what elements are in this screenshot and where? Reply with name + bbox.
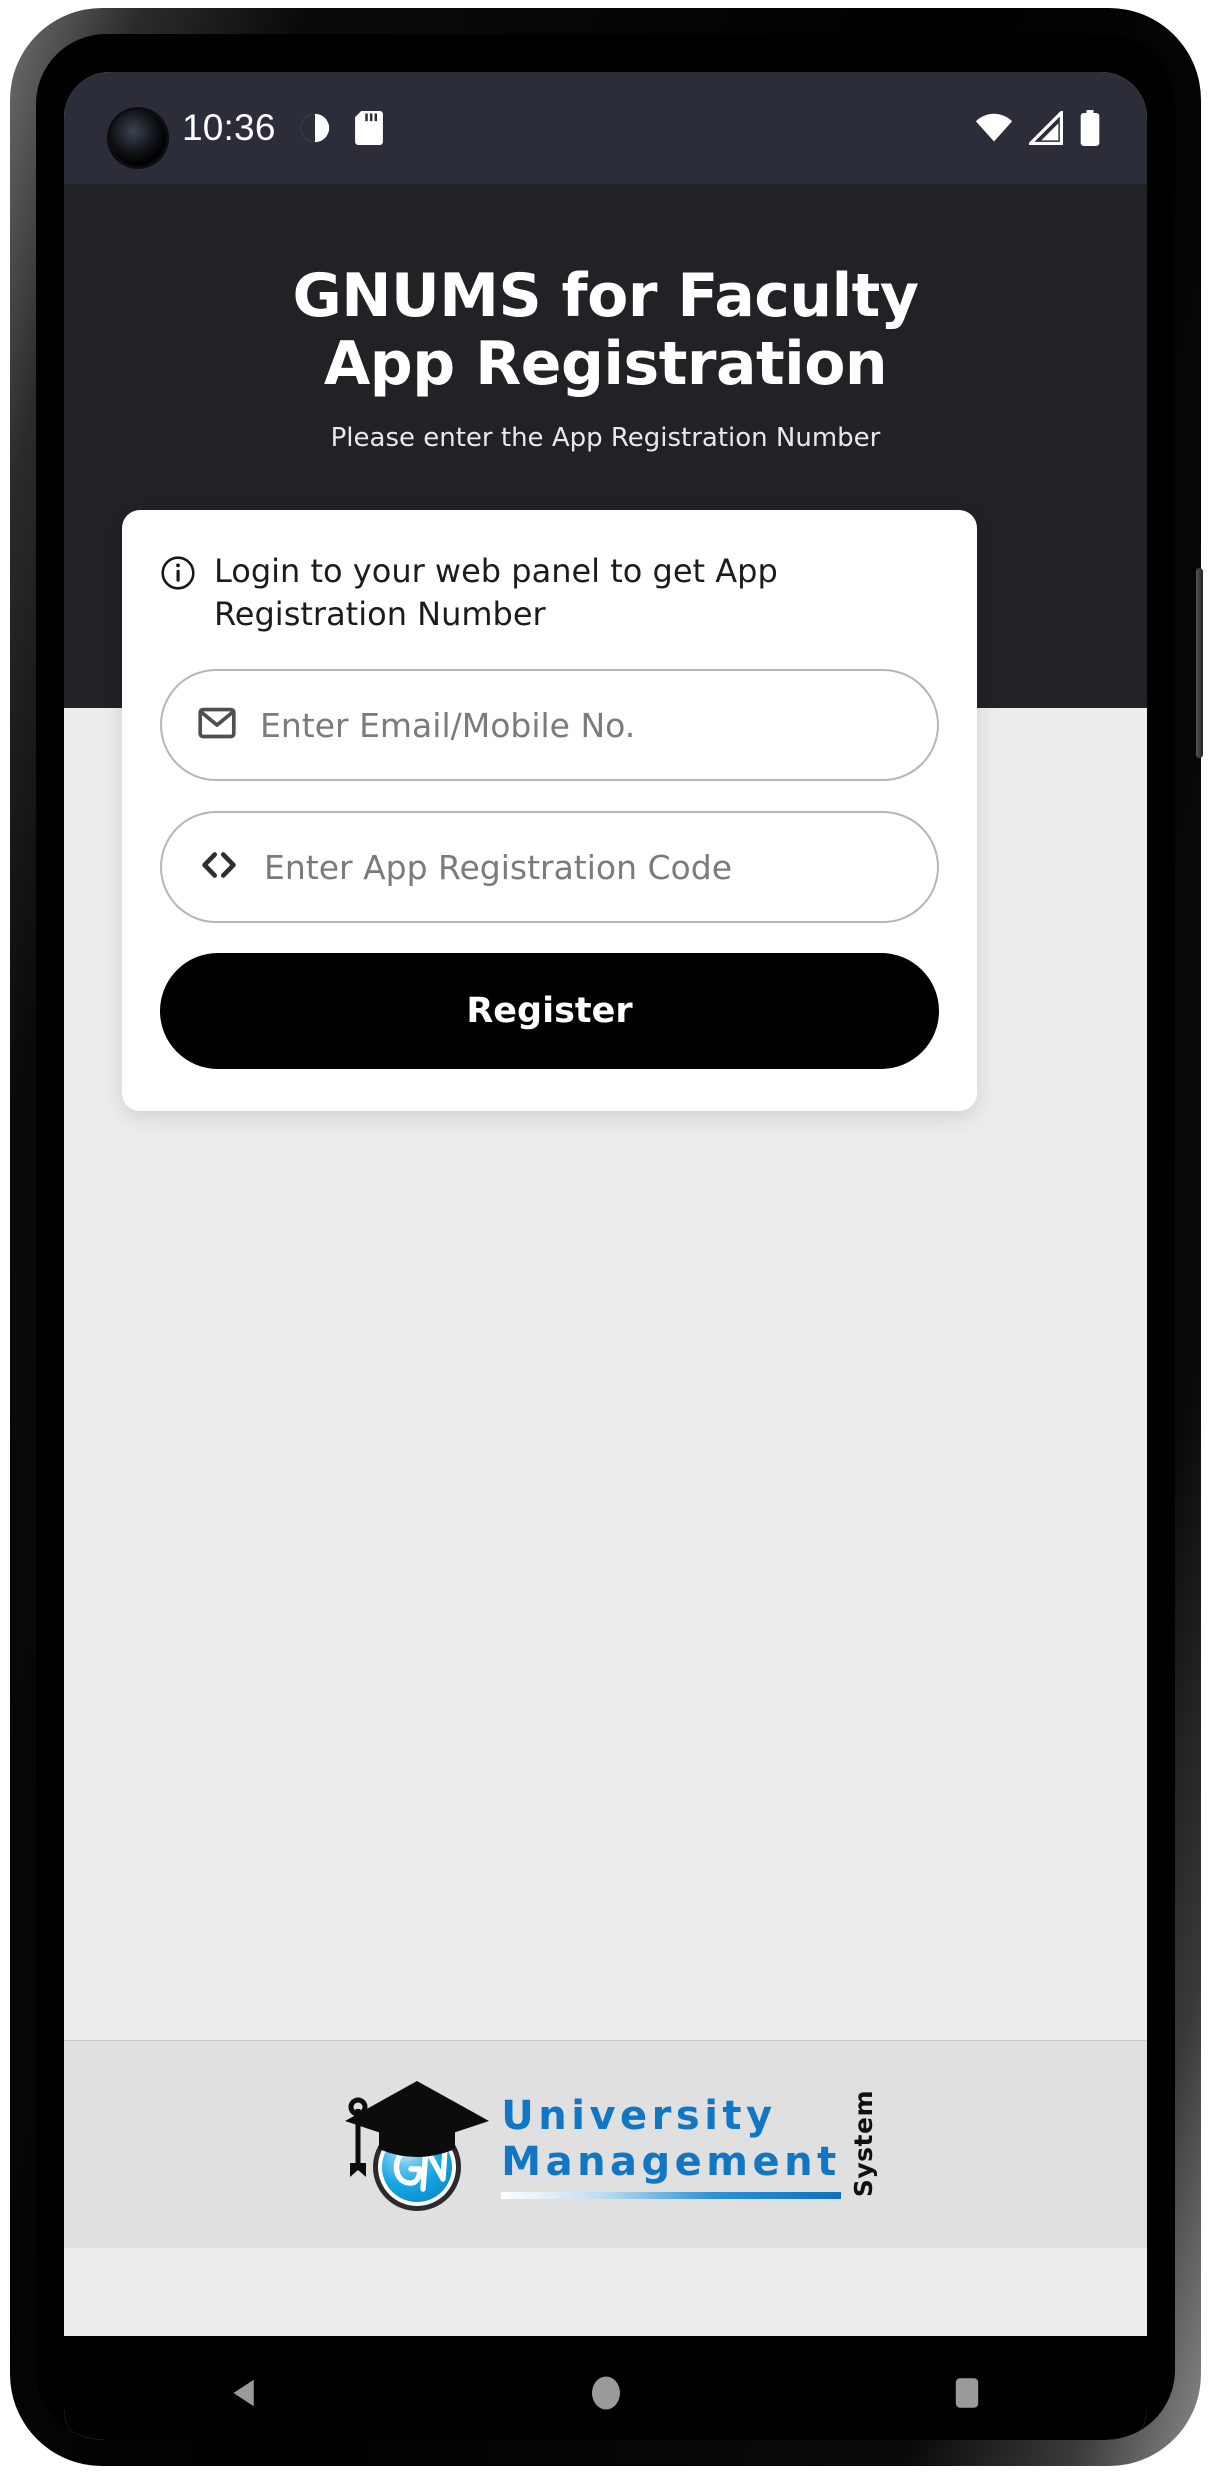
back-button[interactable] (185, 2336, 305, 2440)
cellular-signal-icon (1029, 111, 1063, 145)
logo-underline-bar (501, 2192, 841, 2200)
status-bar-clock: 10:36 (182, 107, 276, 148)
email-field-placeholder: Enter Email/Mobile No. (260, 705, 636, 745)
card-info-note-text: Login to your web panel to get App Regis… (214, 552, 778, 633)
register-button[interactable]: Register (160, 953, 939, 1070)
graduation-cap-gn-logo-mark (333, 2069, 491, 2221)
status-bar-right-group (975, 110, 1101, 146)
status-bar-left-group: 10:36 (182, 107, 384, 149)
back-triangle-icon (224, 2372, 266, 2418)
card-info-note: Login to your web panel to get App Regis… (160, 550, 939, 635)
footer-logo-band: University Management System (64, 2040, 1147, 2248)
app-registration-code-placeholder: Enter App Registration Code (264, 847, 732, 887)
registration-card: Login to your web panel to get App Regis… (122, 510, 977, 1112)
logo-word-university: University (501, 2093, 777, 2140)
wifi-icon (975, 111, 1013, 145)
home-circle-icon (585, 2372, 627, 2418)
front-camera-punch-hole (110, 110, 166, 166)
device-bezel: 10:36 GNUMS for Faculty App Registration… (36, 34, 1175, 2440)
register-button-label: Register (466, 991, 633, 1032)
page-body: Login to your web panel to get App Regis… (64, 510, 1147, 2248)
logo-text-block: University Management System (501, 2089, 878, 2200)
page-title-line-1: GNUMS for Faculty (292, 261, 919, 331)
logo-word-management: Management (501, 2139, 841, 2186)
home-button[interactable] (546, 2336, 666, 2440)
logo-words: University Management (501, 2093, 841, 2200)
page-subtitle: Please enter the App Registration Number (330, 422, 881, 453)
recents-square-icon (946, 2372, 988, 2418)
app-registration-code-field[interactable]: Enter App Registration Code (160, 811, 939, 924)
page-title-line-2: App Registration (323, 329, 888, 400)
logo-word-system: System (848, 2089, 878, 2198)
notification-dot-icon (298, 111, 332, 145)
recents-button[interactable] (907, 2336, 1027, 2440)
battery-icon (1079, 110, 1101, 146)
phone-screen: 10:36 GNUMS for Faculty App Registration… (64, 72, 1147, 2440)
phone-device-frame: 10:36 GNUMS for Faculty App Registration… (10, 8, 1203, 2466)
code-brackets-icon (196, 844, 242, 890)
envelope-icon (196, 702, 238, 748)
page-title: GNUMS for Faculty App Registration (94, 262, 1117, 399)
email-field[interactable]: Enter Email/Mobile No. (160, 669, 939, 782)
status-bar: 10:36 (64, 72, 1147, 184)
sd-card-icon (354, 111, 384, 145)
power-button[interactable] (1196, 568, 1203, 758)
gnums-logo: University Management System (333, 2069, 878, 2221)
info-icon (160, 555, 196, 595)
android-navigation-bar (64, 2336, 1147, 2440)
